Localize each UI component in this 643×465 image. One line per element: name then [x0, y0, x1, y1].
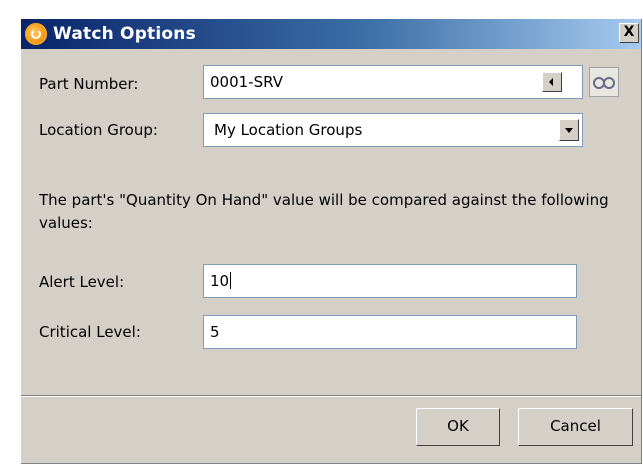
- chevron-down-icon: [565, 128, 573, 133]
- comparison-description: The part's "Quantity On Hand" value will…: [39, 191, 609, 232]
- location-group-label: Location Group:: [39, 121, 158, 139]
- critical-level-value: 5: [210, 323, 220, 341]
- app-logo-icon: [25, 23, 47, 45]
- part-number-label: Part Number:: [39, 75, 139, 93]
- alert-level-input[interactable]: 10: [203, 264, 577, 298]
- part-lookup-button[interactable]: [589, 67, 619, 97]
- close-button[interactable]: X: [619, 23, 639, 43]
- part-number-value: 0001-SRV: [210, 73, 283, 91]
- location-group-dropdown-button[interactable]: [559, 119, 579, 141]
- scroll-left-arrow-icon: [549, 78, 553, 86]
- alert-level-value: 10: [210, 272, 230, 290]
- critical-level-input[interactable]: 5: [203, 315, 577, 349]
- location-group-select[interactable]: My Location Groups: [203, 113, 583, 147]
- critical-level-label: Critical Level:: [39, 323, 141, 341]
- location-group-value: My Location Groups: [214, 121, 363, 139]
- text-caret: [230, 272, 232, 289]
- button-bar-separator: [21, 395, 641, 397]
- cancel-button[interactable]: Cancel: [518, 408, 633, 446]
- title-bar[interactable]: Watch Options X: [21, 19, 641, 49]
- part-number-scroll-button[interactable]: [542, 72, 562, 92]
- binoculars-icon: [593, 77, 615, 89]
- dialog-title: Watch Options: [53, 24, 196, 44]
- part-number-field[interactable]: 0001-SRV: [203, 65, 583, 99]
- alert-level-label: Alert Level:: [39, 273, 125, 291]
- ok-button[interactable]: OK: [416, 408, 500, 446]
- watch-options-dialog: Watch Options X Part Number: 0001-SRV Lo…: [20, 18, 641, 463]
